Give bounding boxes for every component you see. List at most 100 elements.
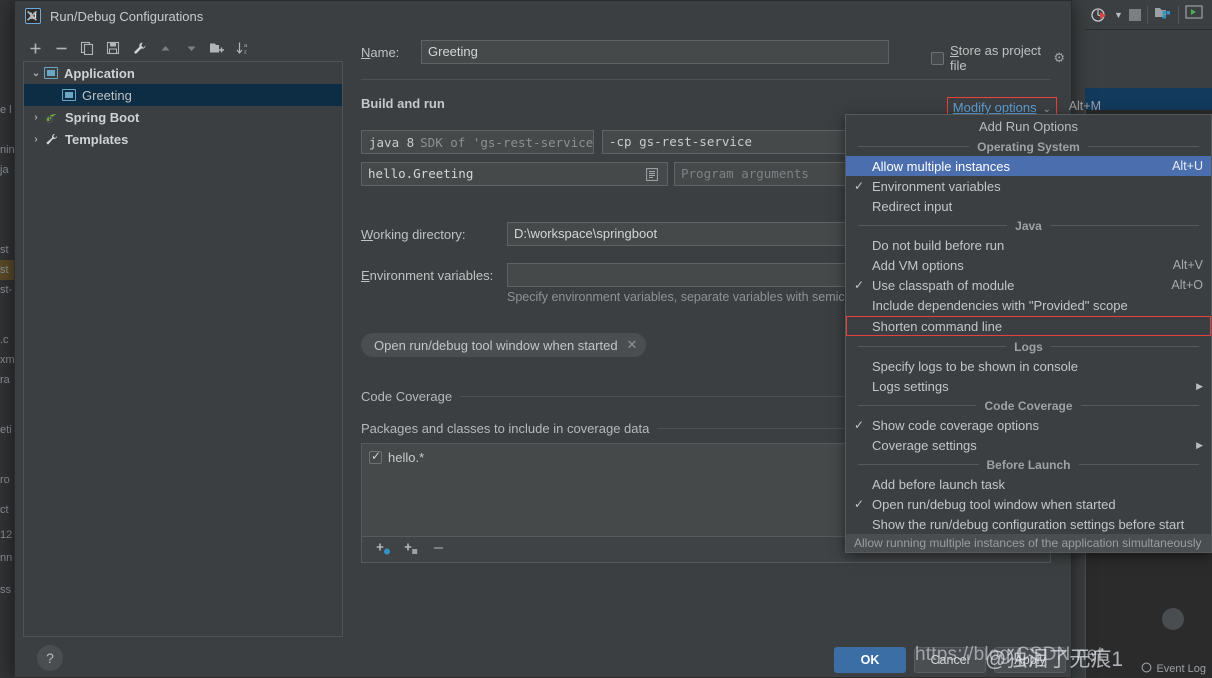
main-class-input[interactable]: hello.Greeting <box>361 162 668 186</box>
modify-options-link[interactable]: Modify options <box>953 100 1037 115</box>
menu-item-label: Allow multiple instances <box>872 159 1162 174</box>
dialog-title: Run/Debug Configurations <box>50 9 1063 24</box>
menu-item-shorten-command-line[interactable]: Shorten command line <box>846 316 1211 336</box>
menu-item-specify-logs[interactable]: Specify logs to be shown in console <box>846 356 1211 376</box>
add-configuration-button[interactable] <box>23 37 47 59</box>
menu-item-use-classpath-of-module[interactable]: ✓ Use classpath of module Alt+O <box>846 275 1211 295</box>
menu-item-logs-settings[interactable]: Logs settings ▶ <box>846 376 1211 396</box>
menu-item-add-before-launch-task[interactable]: Add before launch task <box>846 474 1211 494</box>
menu-item-shortcut: Alt+V <box>1163 258 1203 272</box>
dialog-titlebar: IJ Run/Debug Configurations <box>15 1 1071 31</box>
edit-templates-button[interactable] <box>127 37 151 59</box>
coverage-packages-title-text: Packages and classes to include in cover… <box>361 421 649 436</box>
environment-variables-label: Environment variables: <box>361 268 493 283</box>
tree-item-templates[interactable]: › Templates <box>24 128 342 150</box>
gear-icon[interactable]: ⚙ <box>1053 50 1065 66</box>
tree-item-greeting[interactable]: Greeting <box>24 84 342 106</box>
menu-item-label: Include dependencies with "Provided" sco… <box>872 298 1203 313</box>
check-icon: ✓ <box>846 278 872 292</box>
menu-item-label: Coverage settings <box>872 438 1188 453</box>
name-row: Name: Greeting <box>361 40 889 64</box>
menu-status-hint: Allow running multiple instances of the … <box>846 534 1211 552</box>
coverage-item-checkbox[interactable] <box>369 451 382 464</box>
menu-item-label: Open run/debug tool window when started <box>872 497 1203 512</box>
section-rule <box>858 225 1007 226</box>
remove-configuration-button[interactable] <box>49 37 73 59</box>
ok-button[interactable]: OK <box>834 647 906 673</box>
chevron-down-icon[interactable]: ▼ <box>1114 10 1123 20</box>
menu-section-label: Code Coverage <box>984 399 1072 413</box>
menu-item-include-provided-dependencies[interactable]: Include dependencies with "Provided" sco… <box>846 295 1211 315</box>
section-rule <box>858 346 1006 347</box>
add-class-button[interactable] <box>404 541 420 559</box>
ide-scroll-knob[interactable] <box>1162 608 1184 630</box>
menu-section-label: Logs <box>1014 340 1043 354</box>
svg-text:a: a <box>244 43 248 49</box>
menu-item-label: Logs settings <box>872 379 1188 394</box>
add-package-button[interactable] <box>376 541 392 559</box>
menu-item-add-vm-options[interactable]: Add VM options Alt+V <box>846 255 1211 275</box>
menu-item-label: Add before launch task <box>872 477 1203 492</box>
store-as-project-file-checkbox[interactable] <box>931 52 944 65</box>
apply-button[interactable]: Apply <box>994 647 1066 673</box>
menu-item-label: Add VM options <box>872 258 1163 273</box>
run-with-coverage-icon[interactable] <box>1091 7 1108 23</box>
sort-configurations-button[interactable]: a z <box>231 37 255 59</box>
open-run-debug-tool-window-chip[interactable]: Open run/debug tool window when started … <box>361 333 646 357</box>
cancel-button[interactable]: Cancel <box>914 647 986 673</box>
working-directory-label: Working directory: <box>361 227 466 242</box>
menu-item-environment-variables[interactable]: ✓ Environment variables <box>846 176 1211 196</box>
move-up-button[interactable] <box>153 37 177 59</box>
chevron-down-icon[interactable]: ⌄ <box>28 68 44 79</box>
browse-class-icon[interactable] <box>643 165 661 183</box>
main-class-value: hello.Greeting <box>368 163 643 185</box>
stop-icon[interactable] <box>1129 9 1141 21</box>
close-icon[interactable]: ✕ <box>627 337 638 353</box>
save-configuration-button[interactable] <box>101 37 125 59</box>
remove-coverage-entry-button[interactable] <box>432 541 446 558</box>
menu-item-label: Shorten command line <box>872 319 1203 334</box>
menu-item-allow-multiple-instances[interactable]: Allow multiple instances Alt+U <box>846 156 1211 176</box>
menu-item-show-code-coverage-options[interactable]: ✓ Show code coverage options <box>846 415 1211 435</box>
tree-item-spring-boot[interactable]: › Spring Boot <box>24 106 342 128</box>
submenu-arrow-icon: ▶ <box>1188 381 1203 392</box>
close-icon[interactable]: ✕ <box>19 4 45 28</box>
menu-item-do-not-build-before-run[interactable]: Do not build before run <box>846 235 1211 255</box>
check-icon: ✓ <box>846 179 872 193</box>
menu-item-coverage-settings[interactable]: Coverage settings ▶ <box>846 435 1211 455</box>
new-folder-button[interactable] <box>205 37 229 59</box>
submenu-arrow-icon: ▶ <box>1188 440 1203 451</box>
copy-configuration-button[interactable] <box>75 37 99 59</box>
form-divider <box>361 79 1051 80</box>
menu-item-label: Show the run/debug configuration setting… <box>872 517 1203 532</box>
menu-section-label: Before Launch <box>987 458 1071 472</box>
menu-item-open-run-debug-tool-window[interactable]: ✓ Open run/debug tool window when starte… <box>846 494 1211 514</box>
store-as-project-file-row[interactable]: Store as project file ⚙ <box>931 43 1065 73</box>
menu-section-before-launch: Before Launch <box>846 455 1211 474</box>
name-input[interactable]: Greeting <box>421 40 889 64</box>
run-console-icon[interactable] <box>1185 5 1203 24</box>
menu-item-show-settings-before-start[interactable]: Show the run/debug configuration setting… <box>846 514 1211 534</box>
tree-item-label: Greeting <box>82 88 132 103</box>
menu-section-java: Java <box>846 216 1211 235</box>
menu-item-shortcut: Alt+O <box>1161 278 1203 292</box>
section-rule <box>1088 146 1199 147</box>
event-log-label: Event Log <box>1156 663 1206 675</box>
section-rule <box>1079 464 1200 465</box>
modify-options-menu[interactable]: Add Run Options Operating System Allow m… <box>845 114 1212 553</box>
jre-combobox[interactable]: java 8 SDK of 'gs-rest-service' ▼ <box>361 130 594 154</box>
tree-item-application[interactable]: ⌄ Application <box>24 62 342 84</box>
configurations-tree[interactable]: ⌄ Application Greeting › <box>23 61 343 637</box>
jre-combo-primary: java 8 <box>369 135 414 150</box>
chevron-right-icon[interactable]: › <box>28 134 44 145</box>
chevron-right-icon[interactable]: › <box>28 112 44 123</box>
code-coverage-title-text: Code Coverage <box>361 389 452 404</box>
move-down-button[interactable] <box>179 37 203 59</box>
menu-header: Add Run Options <box>846 115 1211 137</box>
project-structure-icon[interactable] <box>1154 5 1172 24</box>
ide-event-log-status[interactable]: Event Log <box>1141 662 1206 676</box>
menu-section-operating-system: Operating System <box>846 137 1211 156</box>
wrench-icon <box>44 133 59 146</box>
menu-item-redirect-input[interactable]: Redirect input <box>846 196 1211 216</box>
menu-item-label: Environment variables <box>872 179 1203 194</box>
